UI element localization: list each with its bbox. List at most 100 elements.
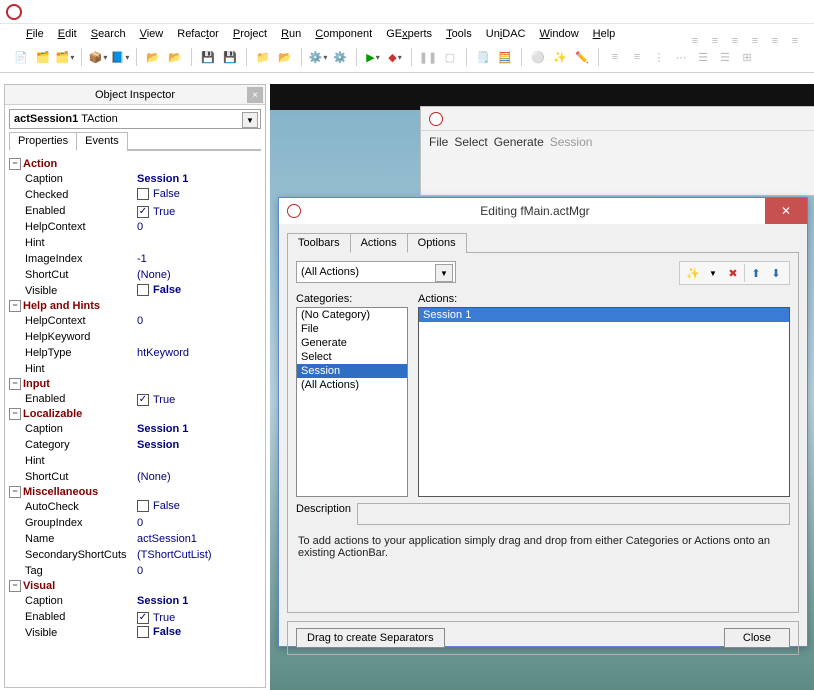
new-action-icon[interactable]: ✨ xyxy=(684,264,702,282)
oi-prop-secondaryshortcuts[interactable]: SecondaryShortCuts(TShortCutList) xyxy=(9,547,261,563)
build-icon[interactable]: ⚙️ xyxy=(309,48,327,66)
oi-prop-shortcut[interactable]: ShortCut(None) xyxy=(9,267,261,283)
oi-prop-value[interactable]: False xyxy=(137,500,261,515)
oi-prop-hint[interactable]: Hint xyxy=(9,453,261,469)
project-icon[interactable]: 📦 xyxy=(89,48,107,66)
oi-prop-visible[interactable]: VisibleFalse xyxy=(9,625,261,641)
delete-action-icon[interactable]: ✖ xyxy=(724,264,742,282)
breakpoint-icon[interactable]: ⚪ xyxy=(529,48,547,66)
folder-open-icon[interactable]: 📂 xyxy=(276,48,294,66)
oi-prop-value[interactable]: False xyxy=(137,626,261,641)
new-multi-icon[interactable]: 🗂️ xyxy=(34,48,52,66)
oi-category-miscellaneous[interactable]: Miscellaneous xyxy=(9,485,261,499)
oi-prop-enabled[interactable]: Enabled✓True xyxy=(9,203,261,219)
oi-category-input[interactable]: Input xyxy=(9,377,261,391)
menu-project[interactable]: Project xyxy=(227,26,273,42)
category-item[interactable]: (All Actions) xyxy=(297,378,407,392)
move-up-icon[interactable]: ⬆ xyxy=(747,264,765,282)
wand-icon[interactable]: ✏️ xyxy=(573,48,591,66)
oi-prop-value[interactable]: ✓True xyxy=(137,611,261,624)
oi-prop-helptype[interactable]: HelpTypehtKeyword xyxy=(9,345,261,361)
oi-tab-properties[interactable]: Properties xyxy=(9,132,77,151)
form-menu-select[interactable]: Select xyxy=(454,135,487,149)
menu-help[interactable]: Help xyxy=(587,26,622,42)
oi-prop-value[interactable]: actSession1 xyxy=(137,533,261,545)
oi-tab-events[interactable]: Events xyxy=(76,132,128,151)
checkbox-icon[interactable]: ✓ xyxy=(137,206,149,218)
menu-window[interactable]: Window xyxy=(534,26,585,42)
categories-listbox[interactable]: (No Category)FileGenerateSelectSession(A… xyxy=(296,307,408,497)
oi-prop-value[interactable]: False xyxy=(137,284,261,299)
new-icon[interactable]: 📄 xyxy=(12,48,30,66)
category-item[interactable]: Select xyxy=(297,350,407,364)
oi-close-icon[interactable]: × xyxy=(247,87,263,103)
open-proj-icon[interactable]: 📂 xyxy=(166,48,184,66)
tab-toolbars[interactable]: Toolbars xyxy=(287,233,351,253)
checkbox-icon[interactable] xyxy=(137,500,149,512)
oi-category-visual[interactable]: Visual xyxy=(9,579,261,593)
oi-component-combo[interactable]: actSession1 TAction ▼ xyxy=(9,109,261,129)
checkbox-icon[interactable] xyxy=(137,284,149,296)
menu-component[interactable]: Component xyxy=(309,26,378,42)
chevron-down-icon[interactable]: ▼ xyxy=(242,112,258,128)
form-menu-generate[interactable]: Generate xyxy=(494,135,544,149)
move-down-icon[interactable]: ⬇ xyxy=(767,264,785,282)
oi-prop-shortcut[interactable]: ShortCut(None) xyxy=(9,469,261,485)
oi-prop-hint[interactable]: Hint xyxy=(9,361,261,377)
oi-prop-value[interactable]: 0 xyxy=(137,315,261,327)
new-action-dropdown-icon[interactable]: ▼ xyxy=(704,264,722,282)
actions-listbox[interactable]: Session 1 xyxy=(418,307,790,497)
checkbox-icon[interactable] xyxy=(137,188,149,200)
oi-prop-value[interactable]: (None) xyxy=(137,471,261,483)
chevron-down-icon[interactable]: ▼ xyxy=(435,264,453,282)
oi-prop-value[interactable]: (TShortCutList) xyxy=(137,549,261,561)
oi-prop-caption[interactable]: CaptionSession 1 xyxy=(9,421,261,437)
menu-edit[interactable]: Edit xyxy=(52,26,83,42)
checkbox-icon[interactable]: ✓ xyxy=(137,612,149,624)
menu-run[interactable]: Run xyxy=(275,26,307,42)
oi-prop-name[interactable]: NameactSession1 xyxy=(9,531,261,547)
tab-options[interactable]: Options xyxy=(407,233,467,253)
oi-category-action[interactable]: Action xyxy=(9,157,261,171)
step-into-icon[interactable]: 🧮 xyxy=(496,48,514,66)
oi-category-help-and-hints[interactable]: Help and Hints xyxy=(9,299,261,313)
oi-prop-value[interactable]: 0 xyxy=(137,221,261,233)
oi-prop-helpkeyword[interactable]: HelpKeyword xyxy=(9,329,261,345)
oi-prop-hint[interactable]: Hint xyxy=(9,235,261,251)
new-dropdown-icon[interactable]: 🗂️ xyxy=(56,48,74,66)
project-group-icon[interactable]: 📘 xyxy=(111,48,129,66)
oi-prop-caption[interactable]: CaptionSession 1 xyxy=(9,593,261,609)
oi-prop-imageindex[interactable]: ImageIndex-1 xyxy=(9,251,261,267)
oi-prop-value[interactable]: Session xyxy=(137,439,261,451)
form-menu-session[interactable]: Session xyxy=(550,135,593,149)
oi-prop-value[interactable]: -1 xyxy=(137,253,261,265)
open-icon[interactable]: 📂 xyxy=(144,48,162,66)
category-item[interactable]: Generate xyxy=(297,336,407,350)
save-icon[interactable]: 💾 xyxy=(199,48,217,66)
close-button[interactable]: Close xyxy=(724,628,790,648)
oi-prop-enabled[interactable]: Enabled✓True xyxy=(9,391,261,407)
checkbox-icon[interactable] xyxy=(137,626,149,638)
oi-property-grid[interactable]: ActionCaptionSession 1CheckedFalseEnable… xyxy=(9,157,261,683)
oi-category-localizable[interactable]: Localizable xyxy=(9,407,261,421)
run-no-debug-icon[interactable]: ◆ xyxy=(386,48,404,66)
oi-prop-caption[interactable]: CaptionSession 1 xyxy=(9,171,261,187)
category-item[interactable]: File xyxy=(297,322,407,336)
action-item[interactable]: Session 1 xyxy=(419,308,789,322)
oi-prop-value[interactable]: Session 1 xyxy=(137,595,261,607)
tab-actions[interactable]: Actions xyxy=(350,233,408,253)
oi-prop-value[interactable]: (None) xyxy=(137,269,261,281)
oi-prop-value[interactable]: htKeyword xyxy=(137,347,261,359)
oi-prop-value[interactable]: ✓True xyxy=(137,205,261,218)
oi-prop-value[interactable]: False xyxy=(137,188,261,203)
oi-prop-checked[interactable]: CheckedFalse xyxy=(9,187,261,203)
menu-file[interactable]: File xyxy=(20,26,50,42)
menu-tools[interactable]: Tools xyxy=(440,26,478,42)
checkbox-icon[interactable]: ✓ xyxy=(137,394,149,406)
oi-prop-groupindex[interactable]: GroupIndex0 xyxy=(9,515,261,531)
menu-refactor[interactable]: Refactor xyxy=(171,26,225,42)
form-menu-file[interactable]: File xyxy=(429,135,448,149)
folder-icon[interactable]: 📁 xyxy=(254,48,272,66)
oi-prop-enabled[interactable]: Enabled✓True xyxy=(9,609,261,625)
oi-prop-value[interactable]: Session 1 xyxy=(137,423,261,435)
